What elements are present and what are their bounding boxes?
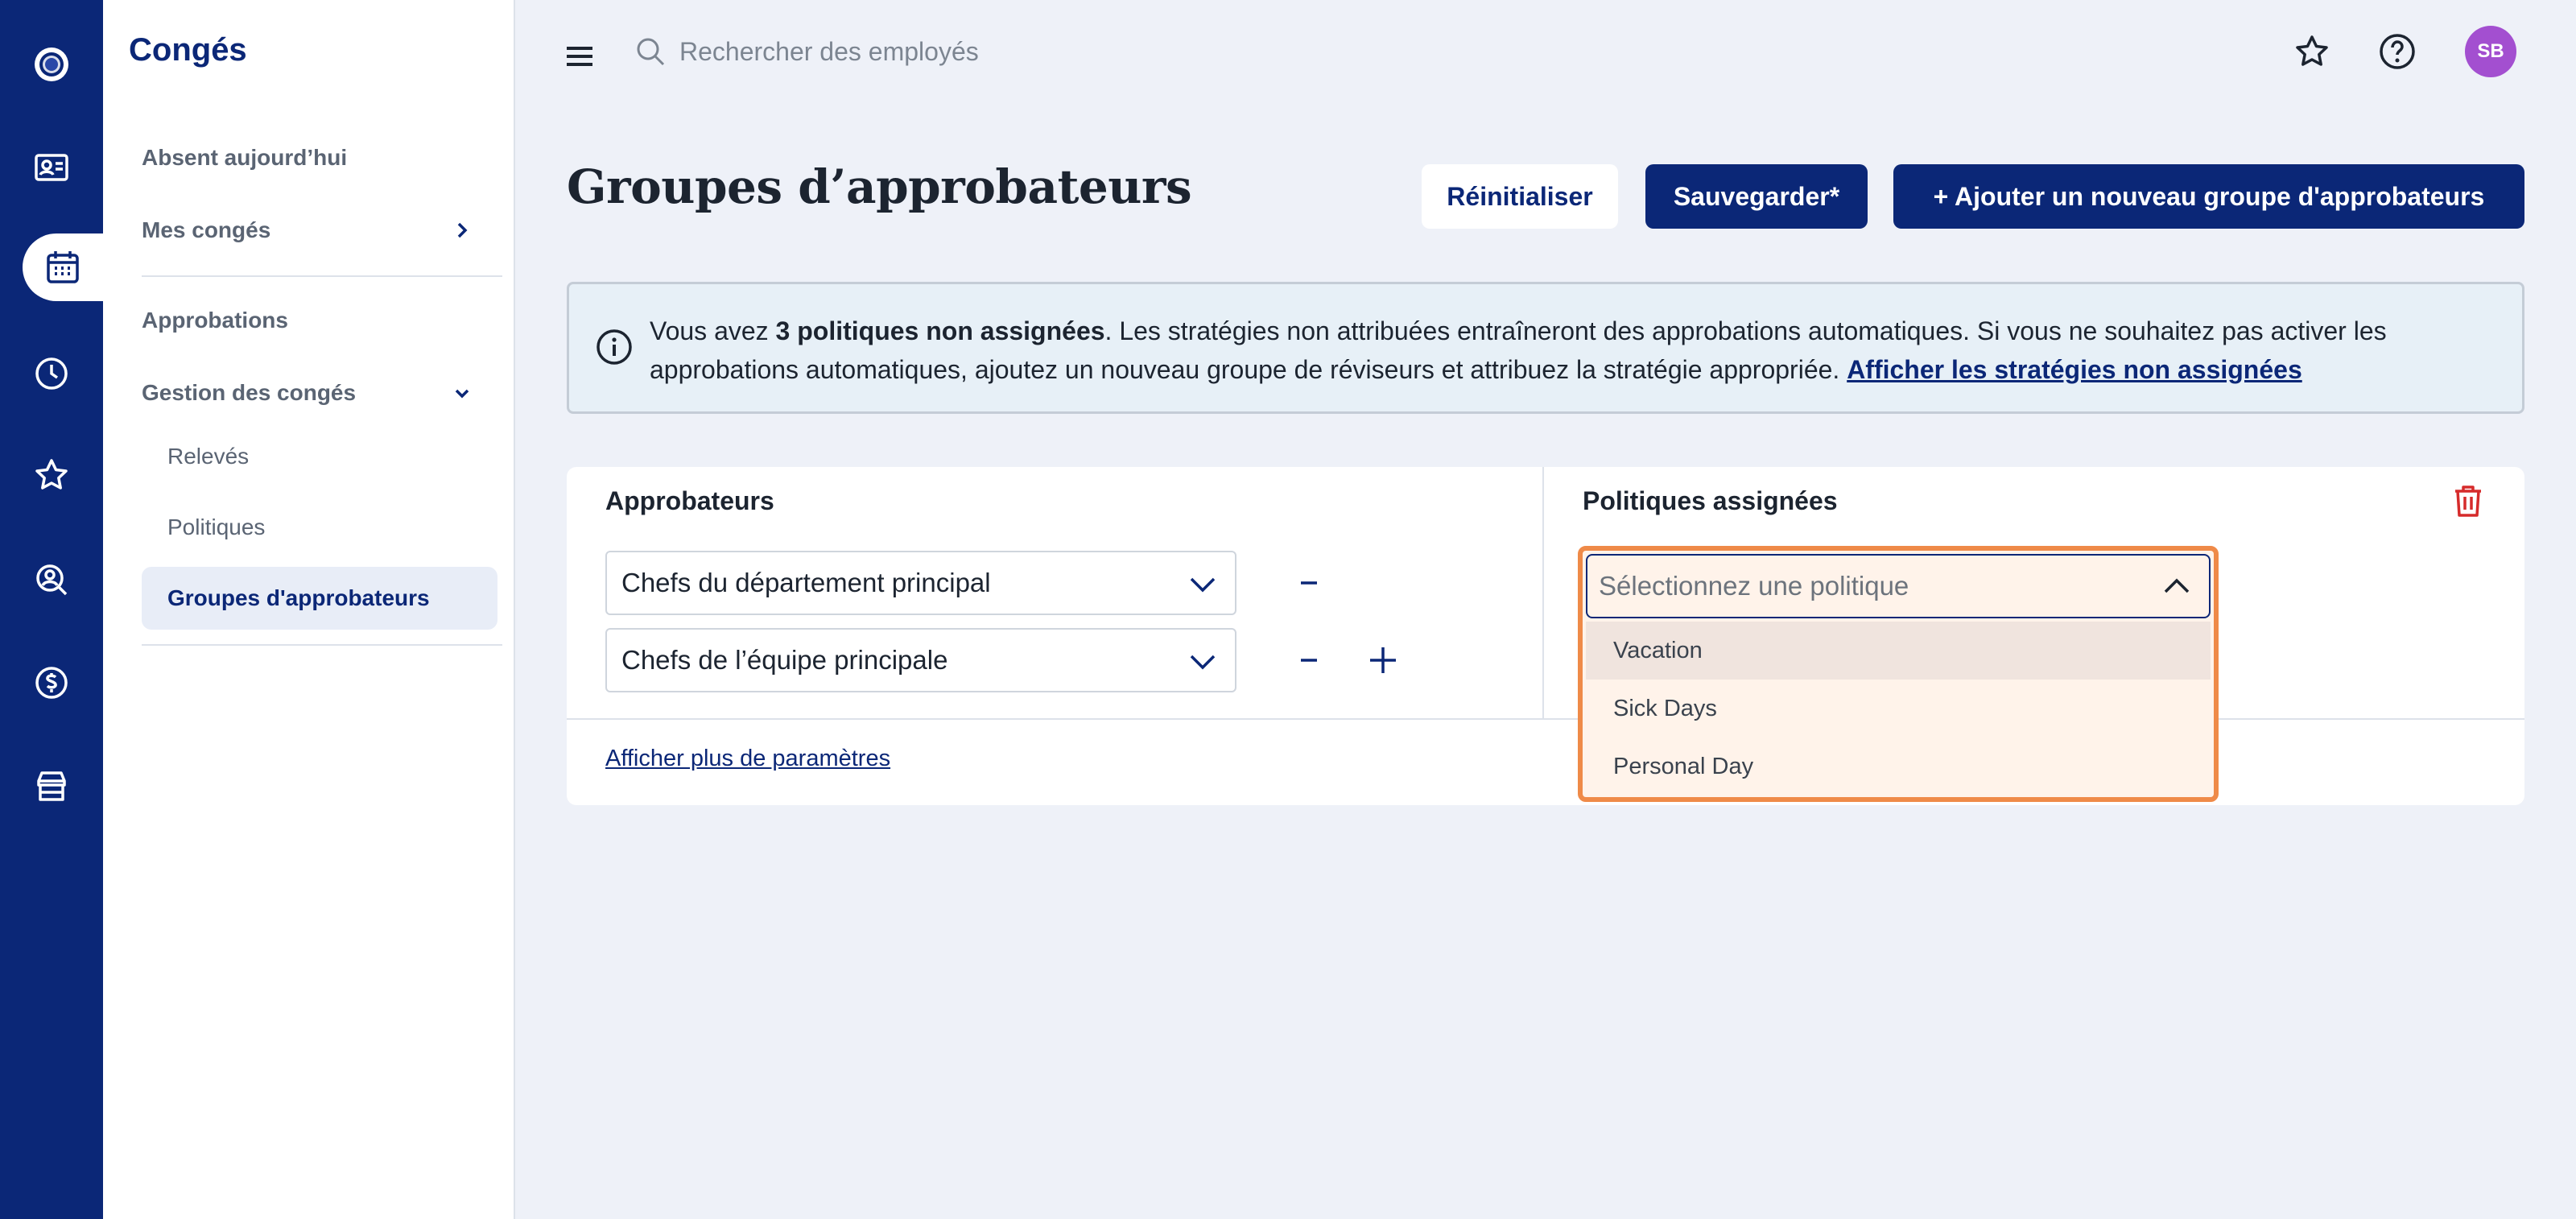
approver-select-1[interactable]: Chefs du département principal bbox=[605, 551, 1236, 615]
sidebar-item-label: Mes congés bbox=[142, 217, 271, 242]
help-icon[interactable] bbox=[2378, 32, 2417, 71]
policies-header: Politiques assignées bbox=[1583, 486, 1838, 515]
save-button[interactable]: Sauvegarder* bbox=[1645, 164, 1868, 229]
banner-message: Vous avez 3 politiques non assignées. Le… bbox=[650, 312, 2483, 389]
favorites-star-icon[interactable] bbox=[2293, 32, 2331, 71]
banner-prefix: Vous avez bbox=[650, 316, 776, 345]
policy-option-vacation[interactable]: Vacation bbox=[1586, 622, 2211, 680]
policy-option-personal-day[interactable]: Personal Day bbox=[1586, 738, 2211, 795]
sidebar-item-policies[interactable]: Politiques bbox=[142, 496, 497, 559]
icon-rail bbox=[0, 0, 103, 1219]
chevron-up-icon bbox=[2164, 578, 2190, 593]
add-approver-icon[interactable] bbox=[1364, 641, 1402, 680]
sidebar-item-label: Gestion des congés bbox=[142, 380, 357, 405]
chevron-down-icon bbox=[1190, 655, 1216, 670]
delete-group-icon[interactable] bbox=[2449, 481, 2487, 520]
sidebar: Congés Absent aujourd’hui Mes congés App… bbox=[103, 0, 515, 1219]
calendar-icon[interactable] bbox=[23, 233, 103, 301]
approvers-header: Approbateurs bbox=[605, 486, 774, 515]
contact-card-icon[interactable] bbox=[0, 127, 103, 208]
sidebar-item-approvals[interactable]: Approbations bbox=[142, 296, 480, 345]
avatar[interactable]: SB bbox=[2465, 26, 2516, 77]
column-divider bbox=[1542, 467, 1544, 718]
chevron-down-icon bbox=[1190, 577, 1216, 593]
sidebar-item-label: Absent aujourd’hui bbox=[142, 145, 348, 170]
row-divider bbox=[567, 718, 2524, 720]
logo-icon[interactable] bbox=[0, 24, 103, 105]
add-approver-group-button[interactable]: + Ajouter un nouveau groupe d'approbateu… bbox=[1893, 164, 2524, 229]
search-icon bbox=[637, 38, 665, 66]
info-banner: Vous avez 3 politiques non assignées. Le… bbox=[567, 282, 2524, 414]
page-title: Groupes d’approbateurs bbox=[567, 159, 1192, 214]
approver-select-value: Chefs de l’équipe principale bbox=[621, 645, 948, 675]
sidebar-item-my-leaves[interactable]: Mes congés bbox=[142, 206, 480, 254]
info-icon bbox=[597, 329, 632, 365]
dollar-icon[interactable] bbox=[0, 643, 103, 723]
clock-icon[interactable] bbox=[0, 333, 103, 414]
chevron-down-icon bbox=[455, 389, 469, 399]
sidebar-item-approver-groups[interactable]: Groupes d'approbateurs bbox=[142, 567, 497, 630]
approver-select-value: Chefs du département principal bbox=[621, 568, 991, 597]
policy-option-sick-days[interactable]: Sick Days bbox=[1586, 680, 2211, 738]
sidebar-divider bbox=[142, 644, 502, 646]
sidebar-item-absent-today[interactable]: Absent aujourd’hui bbox=[142, 134, 480, 182]
menu-icon[interactable] bbox=[564, 40, 596, 72]
store-icon[interactable] bbox=[0, 746, 103, 826]
show-more-settings-link[interactable]: Afficher plus de paramètres bbox=[605, 746, 890, 772]
approver-select-2[interactable]: Chefs de l’équipe principale bbox=[605, 628, 1236, 692]
search-input[interactable] bbox=[679, 29, 1243, 74]
policy-dropdown: Sélectionnez une politique Vacation Sick… bbox=[1578, 546, 2219, 802]
policy-options-list: Vacation Sick Days Personal Day bbox=[1586, 622, 2211, 795]
approver-group-card: Approbateurs Politiques assignées Chefs … bbox=[567, 467, 2524, 805]
search-person-icon[interactable] bbox=[0, 539, 103, 620]
policy-select[interactable]: Sélectionnez une politique bbox=[1586, 554, 2211, 618]
sidebar-item-statements[interactable]: Relevés bbox=[142, 425, 497, 488]
show-unassigned-link[interactable]: Afficher les stratégies non assignées bbox=[1847, 355, 2302, 384]
policy-select-placeholder: Sélectionnez une politique bbox=[1599, 571, 1909, 601]
remove-approver-icon[interactable] bbox=[1290, 564, 1328, 602]
sidebar-item-leave-management[interactable]: Gestion des congés bbox=[142, 369, 480, 417]
remove-approver-icon[interactable] bbox=[1290, 641, 1328, 680]
star-icon[interactable] bbox=[0, 435, 103, 515]
reset-button[interactable]: Réinitialiser bbox=[1422, 164, 1618, 229]
sidebar-divider bbox=[142, 275, 502, 277]
sidebar-title: Congés bbox=[129, 32, 247, 68]
banner-count: 3 politiques non assignées bbox=[775, 316, 1105, 345]
chevron-right-icon bbox=[457, 222, 468, 238]
sidebar-item-label: Approbations bbox=[142, 308, 288, 333]
